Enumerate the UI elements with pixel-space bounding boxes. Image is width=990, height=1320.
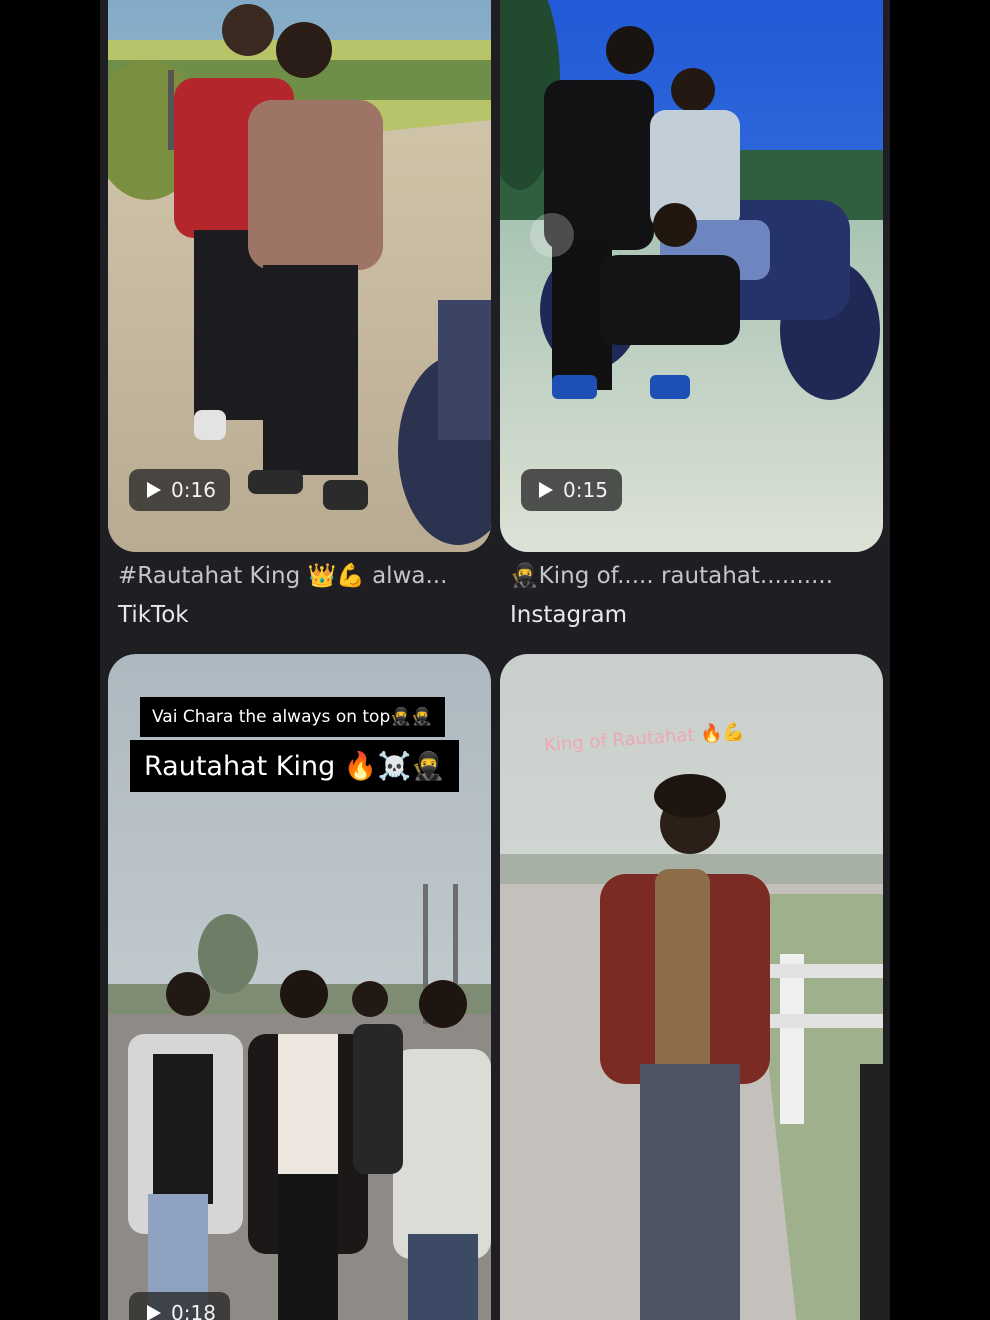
duration-text: 0:15 — [563, 478, 608, 502]
video-caption[interactable]: 🥷King of..... rautahat.......... — [510, 562, 880, 589]
video-caption[interactable]: #Rautahat King 👑💪 alwa... — [118, 562, 488, 589]
video-thumbnail[interactable]: 0:16 — [108, 0, 491, 552]
video-text-overlay: Vai Chara the always on top🥷🥷 — [140, 697, 445, 737]
duration-text: 0:18 — [171, 1301, 216, 1320]
video-thumbnail[interactable]: King of Rautahat 🔥💪 — [500, 654, 883, 1320]
video-duration-badge: 0:15 — [521, 469, 622, 511]
video-duration-badge: 0:18 — [129, 1292, 230, 1320]
video-source: TikTok — [118, 602, 189, 628]
duration-text: 0:16 — [171, 478, 216, 502]
play-icon — [147, 1305, 161, 1320]
video-thumbnail[interactable]: 0:15 — [500, 0, 883, 552]
search-results-grid: 0:16 #Rautahat King 👑💪 alwa... TikTok 0:… — [100, 0, 890, 1320]
video-title-overlay: Rautahat King 🔥☠️🥷 — [130, 740, 459, 792]
video-thumbnail[interactable]: Vai Chara the always on top🥷🥷 Rautahat K… — [108, 654, 491, 1320]
video-duration-badge: 0:16 — [129, 469, 230, 511]
video-source: Instagram — [510, 602, 628, 628]
play-icon — [539, 482, 553, 498]
play-icon — [147, 482, 161, 498]
